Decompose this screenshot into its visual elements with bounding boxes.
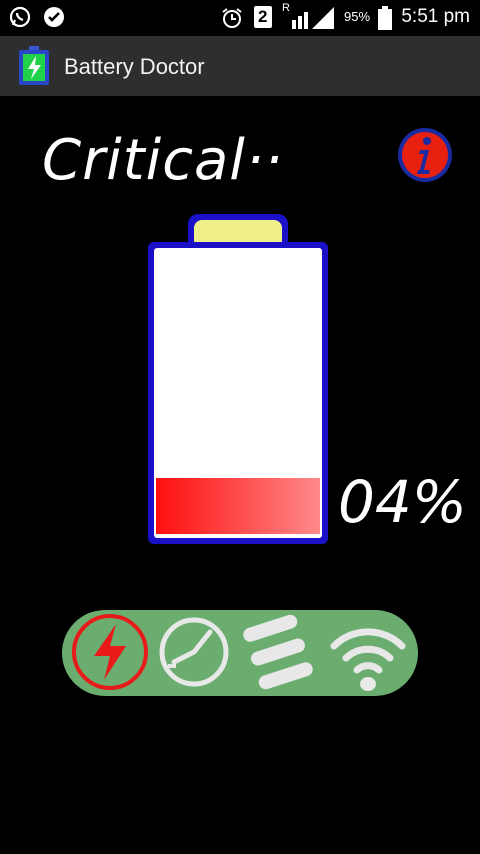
action-bar: Battery Doctor	[0, 36, 480, 96]
whatsapp-icon	[9, 6, 31, 28]
battery-graphic	[148, 214, 328, 544]
bottom-toolbar	[56, 596, 424, 700]
check-icon	[44, 7, 64, 27]
battery-icon	[378, 6, 392, 30]
battery-percent: 95%	[344, 9, 371, 24]
alarm-icon	[222, 8, 242, 28]
clock-time: 5:51 pm	[401, 6, 470, 27]
status-bar: 2 R 95% 5:51 pm	[0, 0, 480, 36]
battery-charging-icon[interactable]	[18, 46, 50, 86]
info-icon[interactable]	[396, 126, 454, 184]
battery-fill-level	[156, 478, 320, 534]
signal-icon	[292, 7, 334, 29]
sim-number: 2	[258, 7, 268, 26]
battery-percentage: 04%	[338, 468, 467, 536]
battery-status-label: Critical··	[42, 128, 284, 193]
app-title: Battery Doctor	[64, 54, 205, 79]
roaming-indicator: R	[282, 2, 290, 14]
